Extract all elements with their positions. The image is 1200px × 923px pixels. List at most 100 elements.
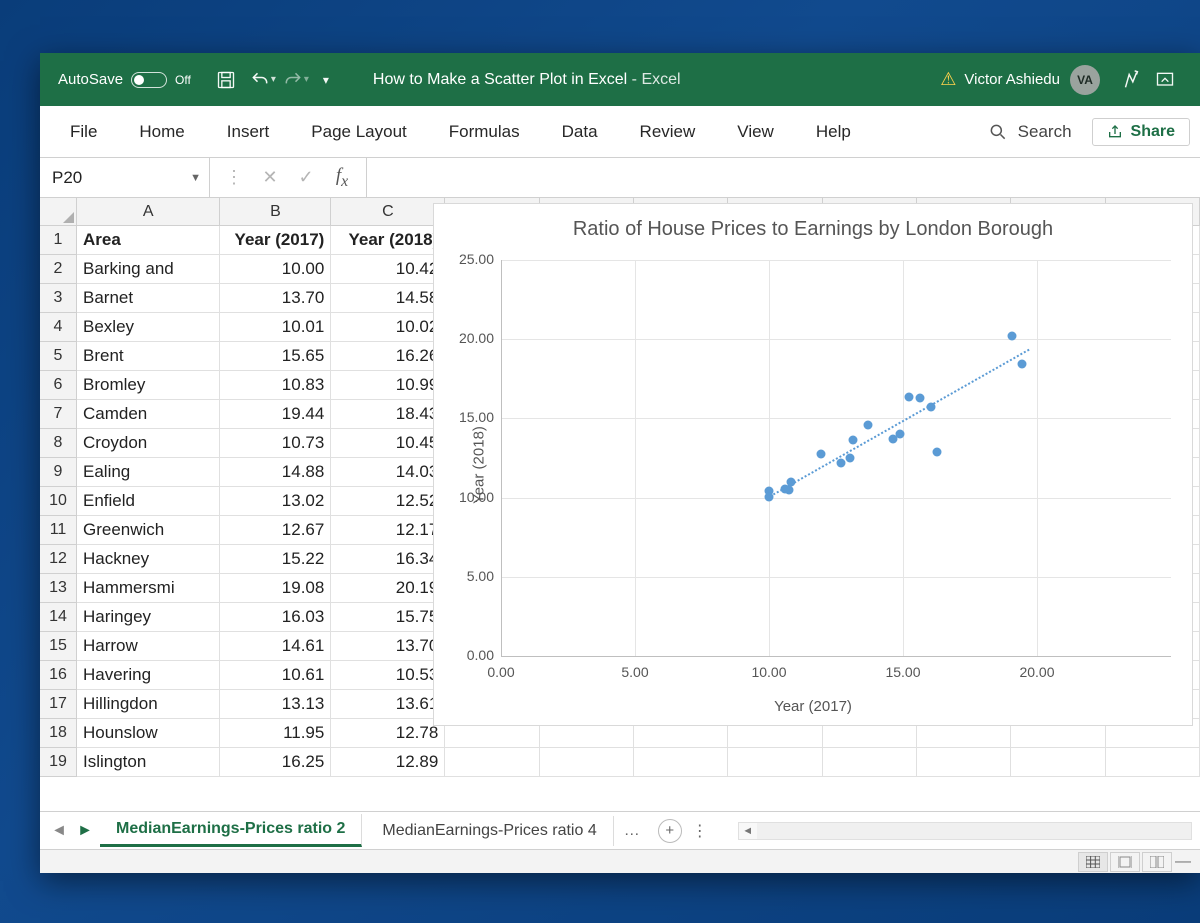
cell[interactable] [823, 748, 917, 777]
column-header-A[interactable]: A [77, 198, 220, 226]
cell[interactable]: Enfield [77, 487, 220, 516]
fx-icon[interactable]: fx [324, 158, 360, 197]
cell[interactable]: 19.44 [220, 400, 331, 429]
cell[interactable]: 10.53 [331, 661, 445, 690]
row-header[interactable]: 2 [40, 255, 77, 284]
cell[interactable]: Hillingdon [77, 690, 220, 719]
tab-data[interactable]: Data [542, 106, 618, 157]
cell[interactable]: 13.13 [220, 690, 331, 719]
cell[interactable]: 14.88 [220, 458, 331, 487]
formula-input[interactable] [367, 158, 1200, 197]
sheet-nav-prev[interactable]: ◄ [48, 820, 70, 842]
enter-formula-icon[interactable]: ✓ [288, 158, 324, 197]
cell[interactable]: Ealing [77, 458, 220, 487]
view-normal-button[interactable] [1078, 852, 1108, 872]
cell[interactable] [1011, 748, 1105, 777]
tab-review[interactable]: Review [620, 106, 716, 157]
row-header[interactable]: 12 [40, 545, 77, 574]
cell[interactable]: 16.03 [220, 603, 331, 632]
cell[interactable]: Havering [77, 661, 220, 690]
cell[interactable]: 12.67 [220, 516, 331, 545]
chart-data-point[interactable] [932, 447, 941, 456]
tell-me-search[interactable]: Search [988, 122, 1072, 142]
row-header[interactable]: 1 [40, 226, 77, 255]
cell[interactable]: 10.02 [331, 313, 445, 342]
cell[interactable]: 12.17 [331, 516, 445, 545]
tab-view[interactable]: View [717, 106, 794, 157]
chart-data-point[interactable] [765, 493, 774, 502]
cell[interactable]: 10.45 [331, 429, 445, 458]
chart-data-point[interactable] [926, 402, 935, 411]
cell[interactable]: 13.61 [331, 690, 445, 719]
warning-icon[interactable]: ⚠ [940, 69, 956, 90]
cell[interactable] [634, 748, 728, 777]
tab-help[interactable]: Help [796, 106, 871, 157]
sheet-tabs-more[interactable]: … [624, 822, 640, 840]
ribbon-display-icon[interactable] [1148, 63, 1182, 97]
cell[interactable]: 16.34 [331, 545, 445, 574]
cell[interactable]: Hammersmi [77, 574, 220, 603]
sheet-nav-next[interactable]: ► [74, 820, 96, 842]
cell[interactable]: Croydon [77, 429, 220, 458]
cell[interactable]: 18.43 [331, 400, 445, 429]
cell[interactable]: Bromley [77, 371, 220, 400]
chart-data-point[interactable] [781, 485, 790, 494]
cell[interactable]: 10.99 [331, 371, 445, 400]
cell[interactable]: Bexley [77, 313, 220, 342]
row-header[interactable]: 4 [40, 313, 77, 342]
coming-soon-icon[interactable] [1114, 63, 1148, 97]
chart-data-point[interactable] [904, 393, 913, 402]
chart-trendline[interactable] [769, 349, 1030, 498]
redo-icon[interactable] [276, 63, 310, 97]
cell[interactable]: 12.78 [331, 719, 445, 748]
chart-data-point[interactable] [817, 449, 826, 458]
tab-home[interactable]: Home [119, 106, 204, 157]
cell[interactable]: 13.70 [220, 284, 331, 313]
row-header[interactable]: 18 [40, 719, 77, 748]
cell[interactable]: 10.61 [220, 661, 331, 690]
chart-data-point[interactable] [864, 421, 873, 430]
view-page-layout-button[interactable] [1110, 852, 1140, 872]
cell[interactable]: Year (2017) [220, 226, 331, 255]
chart-data-point[interactable] [836, 459, 845, 468]
row-header[interactable]: 16 [40, 661, 77, 690]
qat-customize-icon[interactable]: ▾ [309, 63, 343, 97]
chart-data-point[interactable] [845, 453, 854, 462]
name-box[interactable]: P20 ▼ [40, 158, 210, 197]
select-all-corner[interactable] [40, 198, 77, 226]
row-header[interactable]: 14 [40, 603, 77, 632]
cell[interactable]: 15.65 [220, 342, 331, 371]
cell[interactable]: 16.25 [220, 748, 331, 777]
chevron-down-icon[interactable]: ▼ [190, 172, 201, 184]
cell[interactable]: 11.95 [220, 719, 331, 748]
cell[interactable]: Camden [77, 400, 220, 429]
cell[interactable]: 13.70 [331, 632, 445, 661]
chart-plot-area[interactable]: 0.005.0010.0015.0020.0025.000.005.0010.0… [501, 260, 1171, 656]
cell[interactable]: 20.19 [331, 574, 445, 603]
horizontal-scrollbar[interactable]: ◄ [738, 822, 1192, 840]
row-header[interactable]: 17 [40, 690, 77, 719]
chart-data-point[interactable] [1008, 332, 1017, 341]
cell[interactable]: 10.00 [220, 255, 331, 284]
column-header-C[interactable]: C [331, 198, 445, 226]
cell[interactable]: Harrow [77, 632, 220, 661]
column-header-B[interactable]: B [220, 198, 331, 226]
autosave-toggle[interactable] [131, 72, 167, 88]
row-header[interactable]: 10 [40, 487, 77, 516]
cell[interactable]: Barnet [77, 284, 220, 313]
row-header[interactable]: 9 [40, 458, 77, 487]
cell[interactable]: 10.42 [331, 255, 445, 284]
cell[interactable]: 16.26 [331, 342, 445, 371]
row-headers[interactable]: 12345678910111213141516171819 [40, 226, 77, 777]
chart-data-point[interactable] [1017, 360, 1026, 369]
chart-title[interactable]: Ratio of House Prices to Earnings by Lon… [434, 204, 1192, 247]
hscroll-left-icon[interactable]: ◄ [739, 823, 757, 839]
view-page-break-button[interactable] [1142, 852, 1172, 872]
cell[interactable]: Islington [77, 748, 220, 777]
chart-data-point[interactable] [916, 394, 925, 403]
row-header[interactable]: 13 [40, 574, 77, 603]
cell[interactable]: Area [77, 226, 220, 255]
tab-formulas[interactable]: Formulas [429, 106, 540, 157]
cell[interactable]: Brent [77, 342, 220, 371]
cell[interactable]: 13.02 [220, 487, 331, 516]
